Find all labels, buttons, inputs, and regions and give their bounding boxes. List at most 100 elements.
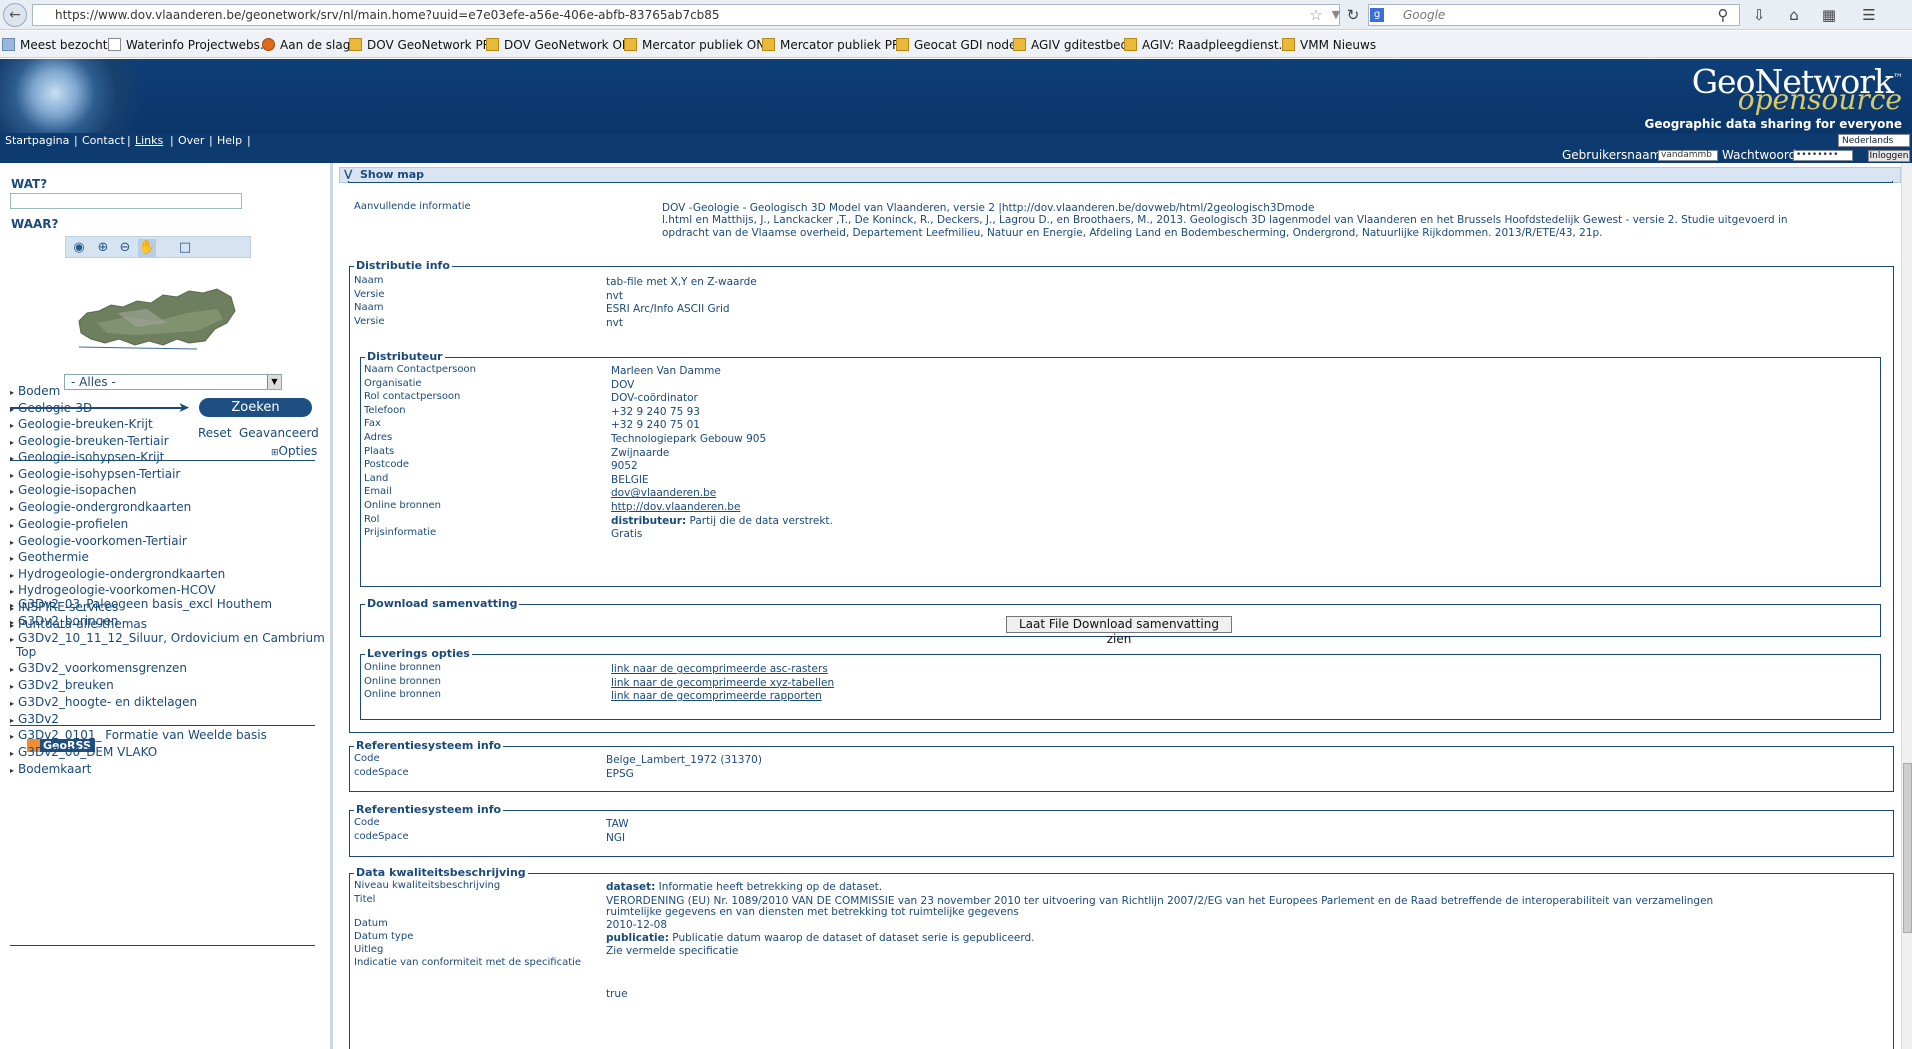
aanvullende-label: Aanvullende informatie: [354, 201, 471, 212]
category-link[interactable]: Geologie-breuken-Tertiair: [10, 434, 169, 448]
field-value-text[interactable]: dov@vlaanderen.be: [611, 487, 716, 499]
bookmark-item[interactable]: Meest bezocht: [2, 37, 107, 53]
rss-item-link[interactable]: G3Dv2_03_Paleogeen basis_excl Houthem: [10, 597, 272, 611]
reset-link[interactable]: Reset: [198, 426, 232, 440]
download-icon[interactable]: ⇩: [1748, 5, 1770, 25]
back-arrow-icon[interactable]: ←: [3, 3, 27, 27]
username-input[interactable]: vandammb: [1658, 150, 1718, 161]
category-link[interactable]: Bodem: [10, 384, 60, 398]
category-link[interactable]: Geologie-isohypsen-Krijt: [10, 450, 164, 464]
bookmark-item[interactable]: VMM Nieuws: [1282, 37, 1376, 53]
field-value: http://dov.vlaanderen.be: [611, 501, 740, 513]
field-value: 9052: [611, 460, 638, 472]
menu-startpagina[interactable]: Startpagina: [5, 133, 69, 148]
zoom-extent-icon[interactable]: ◉: [70, 239, 88, 257]
field-value-text: Partij die de data verstrekt.: [686, 514, 833, 527]
field-value-bold: publicatie:: [606, 932, 669, 944]
category-link[interactable]: Geothermie: [10, 550, 89, 564]
bookmark-item[interactable]: Waterinfo Projectwebs...: [108, 37, 271, 53]
bookmark-item[interactable]: DOV GeoNetwork OE: [486, 37, 629, 53]
menu-help[interactable]: Help: [217, 133, 242, 148]
menu-links[interactable]: Links: [135, 133, 163, 148]
menu-contact[interactable]: Contact: [82, 133, 125, 148]
category-link[interactable]: Geologie-isopachen: [10, 483, 136, 497]
zoom-out-icon[interactable]: ⊖: [116, 239, 134, 257]
bookmark-item[interactable]: DOV GeoNetwork PR: [349, 37, 491, 53]
reload-icon[interactable]: ↻: [1342, 5, 1364, 25]
bookmark-item[interactable]: Mercator publiek ON: [624, 37, 765, 53]
field-value[interactable]: link naar de gecomprimeerde rapporten: [611, 690, 822, 702]
magnifier-icon[interactable]: ⚲: [1712, 5, 1734, 25]
rss-item-link[interactable]: Top: [16, 645, 36, 659]
bookmark-item[interactable]: AGIV gditestbed: [1013, 37, 1128, 53]
aanvullende-line: DOV -Geologie - Geologisch 3D Model van …: [662, 202, 1315, 214]
category-link[interactable]: Geologie-isohypsen-Tertiair: [10, 467, 180, 481]
field-value-text: DOV: [611, 378, 635, 391]
flanders-map[interactable]: [77, 283, 237, 351]
logo-subtitle: opensource: [1737, 83, 1902, 116]
firefox-icon: [262, 38, 275, 51]
password-input[interactable]: ••••••••: [1793, 150, 1853, 161]
menu-separator: |: [170, 134, 174, 147]
select-box-icon[interactable]: □: [176, 239, 194, 257]
language-select[interactable]: Nederlands: [1838, 134, 1910, 147]
pan-icon[interactable]: ✋: [138, 239, 156, 257]
url-bar[interactable]: https://www.dov.vlaanderen.be/geonetwork…: [32, 4, 1340, 26]
region-select[interactable]: - Alles - ▼: [64, 374, 282, 390]
field-label: Email: [364, 486, 392, 498]
search-button[interactable]: Zoeken: [199, 398, 312, 417]
field-value-text: Publicatie datum waarop de dataset of da…: [668, 932, 1035, 944]
rss-item-link[interactable]: Bodemkaart: [10, 762, 91, 776]
field-value-text[interactable]: http://dov.vlaanderen.be: [611, 501, 740, 513]
field-value[interactable]: link naar de gecomprimeerde asc-rasters: [611, 663, 828, 675]
rss-item-link[interactable]: G3Dv2_0101_ Formatie van Weelde basis: [10, 728, 267, 742]
rss-item-link[interactable]: G3Dv2_boringen: [10, 614, 118, 628]
field-value: NGI: [606, 832, 625, 844]
menu-over[interactable]: Over: [178, 133, 204, 148]
field-value[interactable]: link naar de gecomprimeerde xyz-tabellen: [611, 677, 834, 689]
scrollbar[interactable]: [1901, 163, 1912, 1049]
bookmark-item[interactable]: Geocat GDI node: [896, 37, 1016, 53]
bookmark-item[interactable]: Aan de slag: [262, 37, 350, 53]
bookmark-item[interactable]: AGIV: Raadpleegdienst...: [1124, 37, 1290, 53]
login-button[interactable]: Inloggen: [1868, 150, 1910, 162]
google-icon[interactable]: g: [1370, 8, 1384, 22]
field-value-text[interactable]: link naar de gecomprimeerde asc-rasters: [611, 663, 828, 675]
category-link[interactable]: Geologie-3D: [10, 401, 92, 415]
field-label: codeSpace: [354, 767, 409, 778]
wat-search-input[interactable]: [10, 193, 242, 209]
download-summary-button[interactable]: Laat File Download samenvatting zien: [1006, 616, 1232, 646]
category-link[interactable]: Hydrogeologie-voorkomen-HCOV: [10, 583, 216, 597]
zoom-in-icon[interactable]: ⊕: [94, 239, 112, 257]
aanvullende-line: opdracht van de Vlaamse overheid, Depart…: [662, 227, 1603, 239]
category-link[interactable]: Hydrogeologie-ondergrondkaarten: [10, 567, 225, 581]
browser-search-input[interactable]: Google: [1368, 4, 1740, 26]
rss-item-link[interactable]: G3Dv2_voorkomensgrenzen: [10, 661, 187, 675]
home-icon[interactable]: ⌂: [1783, 5, 1805, 25]
bookmark-menu-icon[interactable]: ▦: [1818, 5, 1840, 25]
rss-item-link[interactable]: G3Dv2_00_DEM VLAKO: [10, 745, 157, 759]
options-toggle[interactable]: ⊞Opties: [271, 444, 317, 458]
scrollbar-thumb[interactable]: [1903, 763, 1912, 933]
rss-item-link[interactable]: G3Dv2: [10, 712, 59, 726]
rss-item-link[interactable]: G3Dv2_10_11_12_Siluur, Ordovicium en Cam…: [10, 631, 325, 645]
category-link[interactable]: Geologie-ondergrondkaarten: [10, 500, 191, 514]
field-label: Datum: [354, 918, 388, 929]
field-value-text[interactable]: link naar de gecomprimeerde xyz-tabellen: [611, 677, 834, 689]
advanced-link[interactable]: Geavanceerd: [239, 426, 319, 440]
username-label: Gebruikersnaam: [1562, 148, 1662, 162]
arrow-right-icon: ➤: [178, 400, 190, 416]
category-link[interactable]: Geologie-profielen: [10, 517, 128, 531]
category-link[interactable]: Geologie-breuken-Krijt: [10, 417, 153, 431]
field-value: nvt: [606, 290, 623, 302]
field-value-text[interactable]: link naar de gecomprimeerde rapporten: [611, 690, 822, 702]
rss-item-link[interactable]: G3Dv2_hoogte- en diktelagen: [10, 695, 197, 709]
field-value: 2010-12-08: [606, 919, 667, 931]
menu-icon[interactable]: ☰: [1858, 5, 1880, 25]
rss-item-link[interactable]: G3Dv2_breuken: [10, 678, 114, 692]
metadata-panel: ⋁ Show map Aanvullende informatie DOV -Ge…: [333, 163, 1912, 1049]
category-link[interactable]: Geologie-voorkomen-Tertiair: [10, 534, 187, 548]
field-label: Online bronnen: [364, 500, 441, 511]
star-icon[interactable]: ☆: [1305, 5, 1327, 25]
bookmark-item[interactable]: Mercator publiek PR: [762, 37, 900, 53]
